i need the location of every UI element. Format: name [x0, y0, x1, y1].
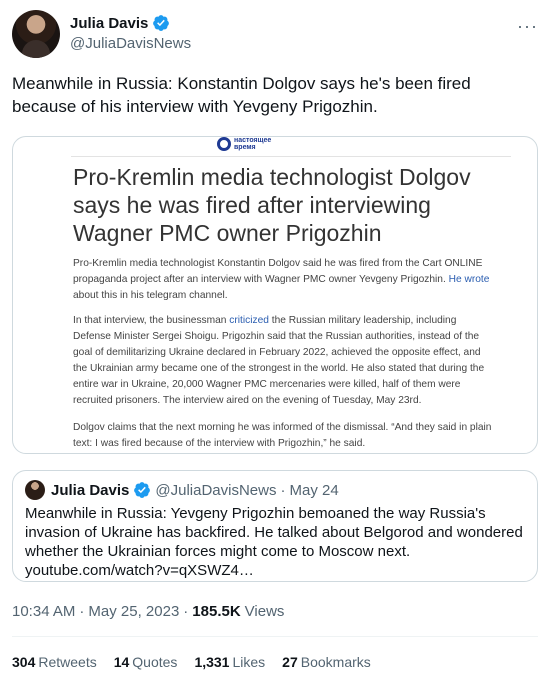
stat-quotes[interactable]: 14 Quotes	[114, 654, 178, 670]
stat-count: 14	[113, 654, 130, 670]
stat-count: 1,331	[194, 654, 230, 670]
author-name-row: Julia Davis	[70, 14, 170, 32]
separator-dot: ·	[183, 603, 189, 620]
author-handle[interactable]: @JuliaDavisNews	[70, 35, 191, 52]
stat-likes[interactable]: 1,331 Likes	[194, 654, 265, 670]
stats-divider	[12, 636, 538, 637]
stat-label: Likes	[232, 654, 266, 670]
quoted-author-handle: @JuliaDavisNews	[155, 481, 277, 499]
stat-label: Retweets	[38, 654, 97, 670]
quoted-author-avatar	[25, 480, 45, 500]
separator-dot: ·	[79, 603, 85, 620]
source-logo-line2: время	[234, 144, 256, 151]
source-logo: настоящее время	[217, 137, 271, 151]
verified-badge-icon	[134, 482, 151, 498]
quoted-tweet[interactable]: Julia Davis @JuliaDavisNews · May 24 Mea…	[12, 470, 538, 582]
views-count: 185.5K	[192, 603, 241, 620]
engagement-stats: 304 Retweets 14 Quotes 1,331 Likes 27 Bookma…	[12, 654, 371, 670]
stat-bookmarks[interactable]: 27 Bookmarks	[282, 654, 371, 670]
article-headline: Pro-Kremlin media technologist Dolgov sa…	[73, 164, 471, 246]
article-text: Pro-Kremlin media technologist Konstanti…	[73, 258, 483, 285]
separator-dot: ·	[280, 481, 286, 499]
tweet-date[interactable]: May 25, 2023	[88, 603, 179, 620]
quoted-author-name: Julia Davis	[51, 481, 130, 499]
tweet-meta-row: 10:34 AM · May 25, 2023 · 185.5K Views	[12, 603, 284, 620]
article-text: the Russian military leadership, includi…	[73, 315, 485, 406]
stat-count: 27	[282, 654, 298, 670]
stat-retweets[interactable]: 304 Retweets	[12, 654, 97, 670]
source-logo-icon	[217, 137, 231, 151]
article-text: In that interview, the businessman	[73, 315, 230, 326]
tweet-time[interactable]: 10:34 AM	[12, 603, 75, 620]
tweet-media-image[interactable]: настоящее время Pro-Kremlin media techno…	[12, 136, 538, 454]
article-link: He wrote	[448, 274, 490, 285]
quoted-tweet-text: Meanwhile in Russia: Yevgeny Prigozhin b…	[25, 504, 530, 580]
views-label: Views	[244, 603, 285, 620]
ellipsis-icon[interactable]: ···	[517, 16, 538, 37]
article-link: criticized	[229, 315, 269, 326]
quoted-tweet-link[interactable]: youtube.com/watch?v=qXSWZ4…	[25, 562, 254, 579]
article-screenshot: настоящее время Pro-Kremlin media techno…	[71, 137, 511, 453]
article-paragraph-2: In that interview, the businessman criti…	[73, 313, 493, 409]
article-paragraph-3: Dolgov claims that the next morning he w…	[73, 422, 492, 449]
tweet-header: Julia Davis @JuliaDavisNews ···	[12, 10, 538, 62]
source-logo-line1: настоящее	[234, 137, 272, 144]
author-avatar[interactable]	[12, 10, 60, 58]
stat-label: Bookmarks	[300, 654, 371, 670]
article-text: about this in his telegram channel.	[73, 290, 228, 301]
stat-count: 304	[12, 654, 36, 670]
article-divider	[71, 156, 511, 157]
article-paragraph-1: Pro-Kremlin media technologist Konstanti…	[73, 256, 493, 304]
tweet-text: Meanwhile in Russia: Konstantin Dolgov s…	[12, 74, 471, 116]
stat-label: Quotes	[132, 654, 178, 670]
quoted-tweet-meta: Julia Davis @JuliaDavisNews · May 24	[51, 481, 339, 499]
verified-badge-icon	[153, 15, 170, 31]
quoted-tweet-date: May 24	[289, 481, 339, 499]
quoted-tweet-body: Meanwhile in Russia: Yevgeny Prigozhin b…	[25, 505, 523, 560]
author-display-name[interactable]: Julia Davis	[70, 15, 148, 32]
